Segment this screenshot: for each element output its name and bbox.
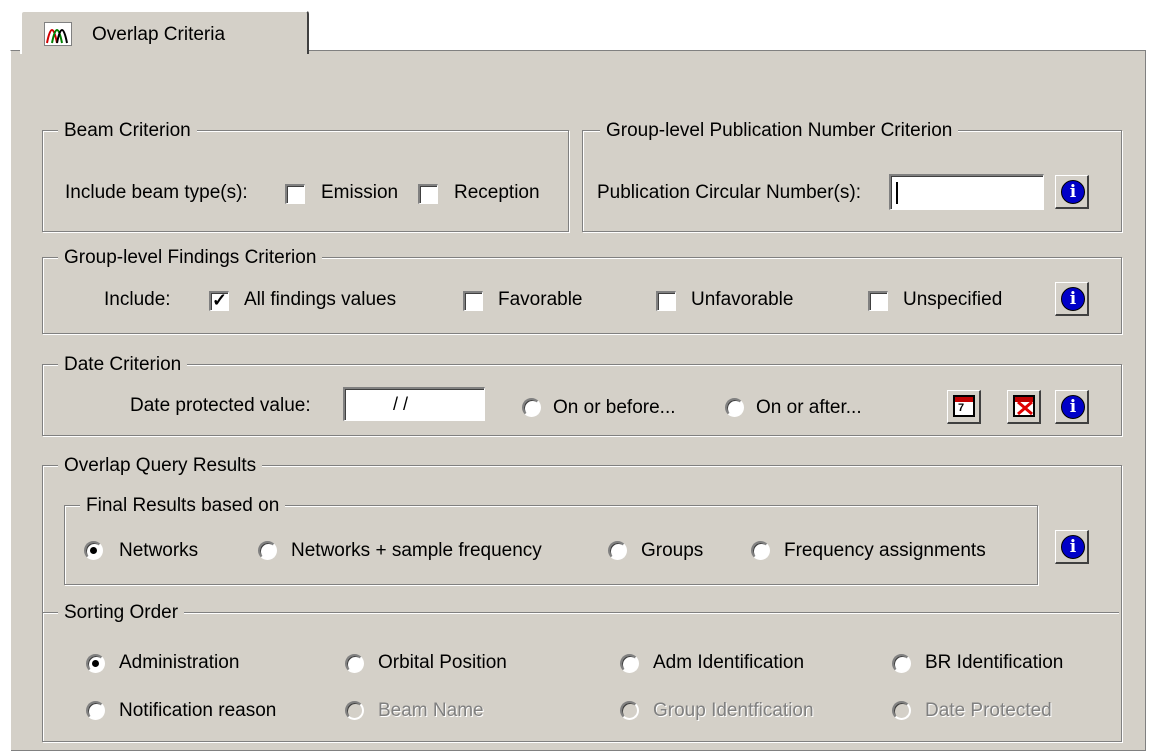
frequency-assignments-radio[interactable]	[751, 541, 770, 560]
all-findings-checkbox[interactable]: ✓	[209, 290, 229, 311]
networks-radio[interactable]	[84, 541, 103, 560]
calendar-clear-icon	[1013, 395, 1035, 417]
reception-label[interactable]: Reception	[454, 181, 540, 205]
final-results-legend: Final Results based on	[80, 495, 286, 517]
networks-sample-frequency-radio[interactable]	[258, 541, 277, 560]
publication-number-label: Publication Circular Number(s):	[597, 182, 861, 203]
favorable-label[interactable]: Favorable	[498, 288, 583, 312]
findings-criterion-legend: Group-level Findings Criterion	[58, 247, 323, 269]
sort-notification-reason-radio[interactable]	[86, 701, 105, 720]
favorable-checkbox[interactable]	[463, 291, 483, 311]
emission-checkbox[interactable]	[285, 184, 305, 204]
sort-adm-identification-label[interactable]: Adm Identification	[653, 651, 804, 675]
info-icon: i	[1061, 287, 1085, 311]
emission-label[interactable]: Emission	[321, 181, 398, 205]
unspecified-checkbox[interactable]	[868, 291, 888, 311]
frequency-assignments-label[interactable]: Frequency assignments	[784, 539, 986, 563]
calendar-button[interactable]: 7	[947, 390, 981, 424]
text-caret	[896, 182, 898, 204]
info-icon: i	[1061, 395, 1085, 419]
sort-br-identification-radio[interactable]	[892, 654, 911, 673]
date-mask: / /	[393, 394, 409, 414]
waveform-icon	[44, 22, 72, 46]
sorting-order-legend: Sorting Order	[58, 602, 185, 624]
checkmark-icon: ✓	[212, 290, 228, 310]
date-info-button[interactable]: i	[1055, 390, 1089, 424]
date-criterion-legend: Date Criterion	[58, 354, 188, 376]
date-protected-label: Date protected value:	[130, 395, 311, 416]
publication-number-input[interactable]	[889, 174, 1044, 210]
all-findings-label[interactable]: All findings values	[244, 288, 396, 312]
sort-date-protected-radio	[892, 701, 911, 720]
sorting-order-divider	[43, 612, 1119, 614]
findings-info-button[interactable]: i	[1055, 282, 1089, 316]
on-or-before-label[interactable]: On or before...	[553, 396, 676, 420]
sort-orbital-position-radio[interactable]	[345, 654, 364, 673]
info-icon: i	[1061, 180, 1085, 204]
beam-criterion-legend: Beam Criterion	[58, 120, 197, 142]
sort-adm-identification-radio[interactable]	[620, 654, 639, 673]
date-protected-input[interactable]: / /	[343, 387, 485, 421]
sort-orbital-position-label[interactable]: Orbital Position	[378, 651, 507, 675]
clear-date-button[interactable]	[1007, 390, 1041, 424]
on-or-before-radio[interactable]	[522, 398, 541, 417]
networks-sample-frequency-label[interactable]: Networks + sample frequency	[291, 539, 542, 563]
reception-checkbox[interactable]	[418, 184, 438, 204]
unspecified-label[interactable]: Unspecified	[903, 288, 1002, 312]
publication-criterion-legend: Group-level Publication Number Criterion	[600, 120, 959, 142]
groups-radio[interactable]	[608, 541, 627, 560]
unfavorable-checkbox[interactable]	[656, 291, 676, 311]
info-icon: i	[1061, 535, 1085, 559]
publication-info-button[interactable]: i	[1055, 175, 1089, 209]
sort-notification-reason-label[interactable]: Notification reason	[119, 699, 276, 723]
on-or-after-label[interactable]: On or after...	[756, 396, 862, 420]
tab-overlap-criteria[interactable]: Overlap Criteria	[20, 10, 309, 54]
overlap-results-legend: Overlap Query Results	[58, 455, 263, 477]
include-beam-label: Include beam type(s):	[65, 182, 248, 203]
sort-administration-label[interactable]: Administration	[119, 651, 239, 675]
unfavorable-label[interactable]: Unfavorable	[691, 288, 793, 312]
networks-label[interactable]: Networks	[119, 539, 198, 563]
calendar-icon: 7	[953, 395, 975, 417]
findings-include-label: Include:	[104, 289, 171, 310]
sort-group-identification-label: Group Identfication	[653, 700, 814, 721]
groups-label[interactable]: Groups	[641, 539, 703, 563]
sort-beam-name-label: Beam Name	[378, 700, 484, 721]
sort-group-identification-radio	[620, 701, 639, 720]
sort-beam-name-radio	[345, 701, 364, 720]
results-info-button[interactable]: i	[1055, 530, 1089, 564]
sort-date-protected-label: Date Protected	[925, 700, 1052, 721]
tab-label: Overlap Criteria	[92, 24, 226, 45]
sort-administration-radio[interactable]	[86, 654, 105, 673]
sort-br-identification-label[interactable]: BR Identification	[925, 651, 1063, 675]
on-or-after-radio[interactable]	[725, 398, 744, 417]
